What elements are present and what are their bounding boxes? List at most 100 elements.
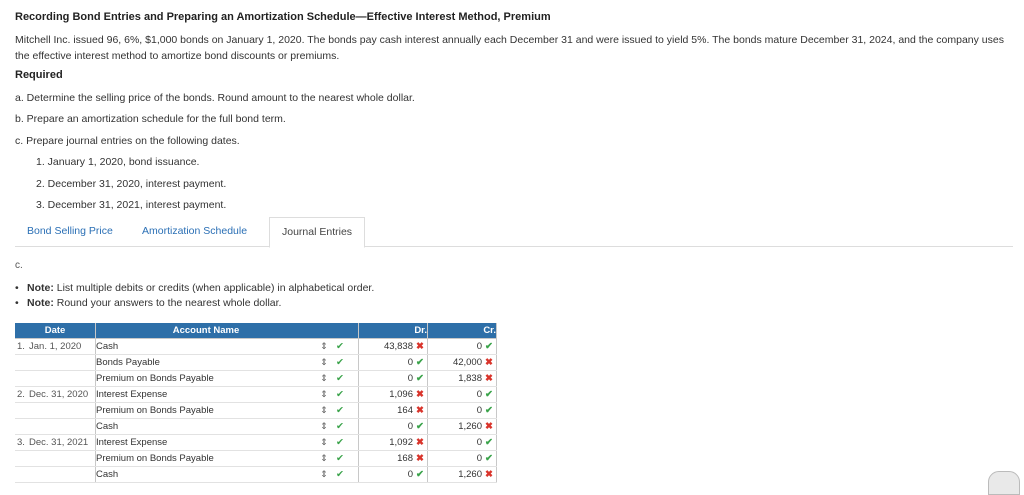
- part-b: b. Prepare an amortization schedule for …: [15, 113, 286, 125]
- select-arrows-icon[interactable]: ⇕: [316, 434, 332, 451]
- account-select[interactable]: Interest Expense: [95, 386, 316, 403]
- check-icon: ✔: [332, 338, 348, 355]
- table-row: 1. Jan. 1, 2020 Cash ⇕ ✔ 43,838 ✖ 0 ✔: [15, 338, 497, 355]
- select-arrows-icon[interactable]: ⇕: [316, 370, 332, 387]
- select-arrows-icon[interactable]: ⇕: [316, 354, 332, 371]
- account-select[interactable]: Cash: [95, 466, 316, 483]
- select-arrows-icon[interactable]: ⇕: [316, 338, 332, 355]
- bullet-icon: •: [15, 282, 19, 294]
- select-arrows-icon[interactable]: ⇕: [316, 386, 332, 403]
- table-row: 3. Dec. 31, 2021 Interest Expense ⇕ ✔ 1,092 ✖ 0…: [15, 434, 497, 451]
- account-select[interactable]: Bonds Payable: [95, 354, 316, 371]
- account-select[interactable]: Premium on Bonds Payable: [95, 370, 316, 387]
- entry-date: Jan. 1, 2020: [29, 341, 82, 352]
- header-debit: Dr.: [358, 323, 428, 339]
- bullet-icon: •: [15, 297, 19, 309]
- table-row: Cash ⇕ ✔ 0 ✔ 1,260 ✖: [15, 466, 497, 483]
- debit-cell: 1,096 ✖: [358, 386, 428, 403]
- account-select[interactable]: Cash: [95, 338, 316, 355]
- date-cell: [15, 354, 96, 371]
- select-arrows-icon[interactable]: ⇕: [316, 450, 332, 467]
- date-cell: [15, 450, 96, 467]
- header-spacer: [348, 323, 359, 339]
- debit-input[interactable]: 1,096: [389, 389, 413, 400]
- spacer: [348, 354, 359, 371]
- credit-cell: 1,838 ✖: [427, 370, 497, 387]
- entry-date: Dec. 31, 2020: [29, 389, 89, 400]
- check-icon: ✔: [416, 469, 424, 480]
- header-account-name: Account Name: [95, 323, 316, 339]
- credit-input[interactable]: 1,260: [458, 469, 482, 480]
- account-select[interactable]: Premium on Bonds Payable: [95, 402, 316, 419]
- check-icon: ✔: [332, 466, 348, 483]
- required-label: Required: [15, 69, 63, 81]
- check-icon: ✔: [485, 437, 493, 448]
- select-arrows-icon[interactable]: ⇕: [316, 466, 332, 483]
- part-c3: 3. December 31, 2021, interest payment.: [36, 199, 227, 211]
- account-select[interactable]: Interest Expense: [95, 434, 316, 451]
- account-select[interactable]: Premium on Bonds Payable: [95, 450, 316, 467]
- tab-amortization-schedule[interactable]: Amortization Schedule: [142, 217, 247, 246]
- table-row: Premium on Bonds Payable ⇕ ✔ 164 ✖ 0 ✔: [15, 402, 497, 419]
- check-icon: ✔: [332, 354, 348, 371]
- note-text: Round your answers to the nearest whole …: [53, 297, 282, 309]
- journal-entries-table: Date Account Name Dr. Cr. 1. Jan. 1, 2020…: [15, 323, 497, 483]
- section-label: c.: [15, 260, 23, 271]
- spacer: [348, 434, 359, 451]
- tab-journal-entries[interactable]: Journal Entries: [269, 217, 366, 248]
- spacer: [348, 386, 359, 403]
- x-icon: ✖: [485, 357, 493, 368]
- account-select[interactable]: Cash: [95, 418, 316, 435]
- debit-input[interactable]: 168: [397, 453, 413, 464]
- check-icon: ✔: [332, 402, 348, 419]
- credit-cell: 1,260 ✖: [427, 418, 497, 435]
- entry-date: [25, 453, 29, 464]
- table-row: 2. Dec. 31, 2020 Interest Expense ⇕ ✔ 1,096 ✖ 0…: [15, 386, 497, 403]
- debit-cell: 0 ✔: [358, 370, 428, 387]
- spacer: [348, 338, 359, 355]
- credit-input[interactable]: 1,260: [458, 421, 482, 432]
- entry-date: [25, 357, 29, 368]
- date-cell: [15, 402, 96, 419]
- select-arrows-icon[interactable]: ⇕: [316, 402, 332, 419]
- credit-input[interactable]: 1,838: [458, 373, 482, 384]
- entry-date: [25, 469, 29, 480]
- help-tab-icon[interactable]: [988, 471, 1020, 495]
- check-icon: ✔: [332, 418, 348, 435]
- debit-input[interactable]: 164: [397, 405, 413, 416]
- credit-input[interactable]: 42,000: [453, 357, 482, 368]
- select-arrows-icon[interactable]: ⇕: [316, 418, 332, 435]
- check-icon: ✔: [485, 453, 493, 464]
- problem-title: Recording Bond Entries and Preparing an …: [15, 11, 551, 23]
- entry-date: [25, 405, 29, 416]
- part-a: a. Determine the selling price of the bo…: [15, 92, 415, 104]
- spacer: [348, 370, 359, 387]
- spacer: [348, 418, 359, 435]
- debit-cell: 164 ✖: [358, 402, 428, 419]
- credit-cell: 42,000 ✖: [427, 354, 497, 371]
- header-date: Date: [15, 323, 96, 339]
- date-cell: [15, 418, 96, 435]
- tab-bond-selling-price[interactable]: Bond Selling Price: [27, 217, 113, 246]
- credit-cell: 0 ✔: [427, 386, 497, 403]
- part-c1: 1. January 1, 2020, bond issuance.: [36, 156, 200, 168]
- check-icon: ✔: [485, 341, 493, 352]
- header-credit: Cr.: [427, 323, 497, 339]
- credit-cell: 0 ✔: [427, 450, 497, 467]
- part-c: c. Prepare journal entries on the follow…: [15, 135, 240, 147]
- date-cell: 2. Dec. 31, 2020: [15, 386, 96, 403]
- debit-cell: 0 ✔: [358, 466, 428, 483]
- check-icon: ✔: [332, 370, 348, 387]
- debit-input[interactable]: 43,838: [384, 341, 413, 352]
- check-icon: ✔: [332, 434, 348, 451]
- credit-cell: 0 ✔: [427, 434, 497, 451]
- journal-body: 1. Jan. 1, 2020 Cash ⇕ ✔ 43,838 ✖ 0 ✔ Bonds Payab…: [15, 338, 497, 483]
- entry-number: 2.: [17, 389, 25, 400]
- credit-cell: 1,260 ✖: [427, 466, 497, 483]
- table-header-row: Date Account Name Dr. Cr.: [15, 323, 497, 339]
- debit-input[interactable]: 1,092: [389, 437, 413, 448]
- entry-number: 1.: [17, 341, 25, 352]
- spacer: [348, 466, 359, 483]
- note-text: List multiple debits or credits (when ap…: [53, 282, 375, 294]
- table-row: Cash ⇕ ✔ 0 ✔ 1,260 ✖: [15, 418, 497, 435]
